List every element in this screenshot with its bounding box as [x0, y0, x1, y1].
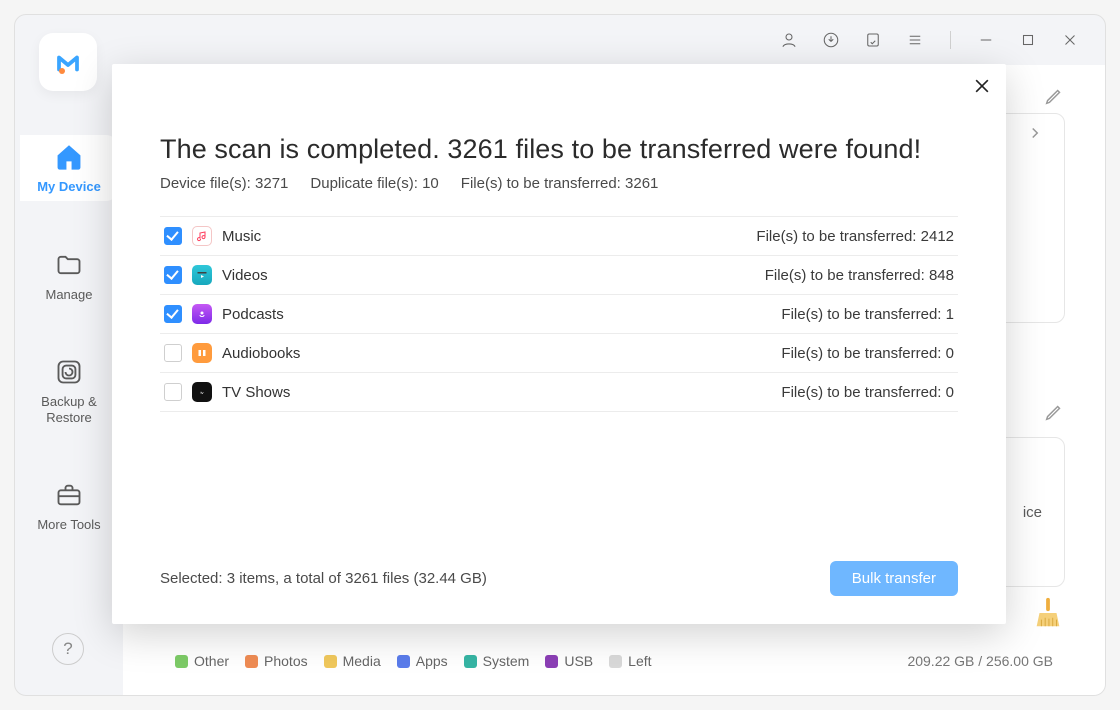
cleaner-icon[interactable]: [1033, 596, 1063, 635]
close-icon[interactable]: [972, 76, 992, 101]
sidebar-item-backup-restore[interactable]: Backup & Restore: [20, 350, 118, 431]
legend-chip-other: Other: [175, 653, 229, 669]
titlebar-separator: [950, 31, 951, 49]
legend-label: Media: [343, 653, 381, 669]
scan-results-modal: The scan is completed. 3261 files to be …: [112, 64, 1006, 624]
storage-text: 209.22 GB / 256.00 GB: [907, 653, 1053, 669]
legend-chip-system: System: [464, 653, 530, 669]
refresh-square-icon: [20, 358, 118, 386]
menu-icon[interactable]: [906, 31, 924, 49]
stat-device-files: Device file(s): 3271: [160, 175, 288, 192]
sidebar-item-manage[interactable]: Manage: [20, 243, 118, 309]
audiobooks-icon: [192, 343, 212, 363]
home-icon: [20, 143, 118, 171]
toolbox-icon: [20, 481, 118, 509]
storage-legend: Other Photos Media Apps System USB Left …: [175, 653, 1053, 669]
legend-label: USB: [564, 653, 593, 669]
legend-label: Apps: [416, 653, 448, 669]
sidebar-item-label: Manage: [20, 287, 118, 303]
legend-label: Left: [628, 653, 651, 669]
file-type-list: Music File(s) to be transferred: 2412 Vi…: [160, 216, 958, 412]
file-type-label: Audiobooks: [222, 345, 300, 362]
pencil-icon[interactable]: [1043, 401, 1065, 428]
music-icon: [192, 226, 212, 246]
stat-transfer-files: File(s) to be transferred: 3261: [461, 175, 659, 192]
modal-stats: Device file(s): 3271 Duplicate file(s): …: [160, 175, 958, 192]
sidebar-item-label: More Tools: [20, 517, 118, 533]
file-type-label: Videos: [222, 267, 268, 284]
checkbox[interactable]: [164, 305, 182, 323]
list-item[interactable]: Videos File(s) to be transferred: 848: [160, 256, 958, 295]
legend-label: Other: [194, 653, 229, 669]
sidebar-item-label: My Device: [20, 179, 118, 195]
card-text-fragment: ice: [1023, 504, 1042, 521]
legend-label: Photos: [264, 653, 308, 669]
selection-summary: Selected: 3 items, a total of 3261 files…: [160, 570, 487, 587]
window-maximize-button[interactable]: [1019, 31, 1037, 49]
file-count: File(s) to be transferred: 0: [781, 384, 954, 401]
help-button[interactable]: ?: [52, 633, 84, 665]
sidebar-item-more-tools[interactable]: More Tools: [20, 473, 118, 539]
note-icon[interactable]: [864, 31, 882, 49]
videos-icon: [192, 265, 212, 285]
legend-chip-usb: USB: [545, 653, 593, 669]
sidebar-item-my-device[interactable]: My Device: [20, 135, 118, 201]
file-count: File(s) to be transferred: 848: [765, 267, 954, 284]
window-minimize-button[interactable]: [977, 31, 995, 49]
list-item[interactable]: Audiobooks File(s) to be transferred: 0: [160, 334, 958, 373]
modal-title: The scan is completed. 3261 files to be …: [160, 134, 958, 165]
file-count: File(s) to be transferred: 1: [781, 306, 954, 323]
titlebar: [15, 15, 1105, 65]
list-item[interactable]: Music File(s) to be transferred: 2412: [160, 217, 958, 256]
legend-chip-photos: Photos: [245, 653, 308, 669]
list-item[interactable]: Podcasts File(s) to be transferred: 1: [160, 295, 958, 334]
sidebar-items: My Device Manage Backup & Restore More T…: [15, 135, 123, 539]
list-item[interactable]: tv TV Shows File(s) to be transferred: 0: [160, 373, 958, 412]
sidebar-item-label: Backup & Restore: [20, 394, 118, 425]
file-count: File(s) to be transferred: 0: [781, 345, 954, 362]
file-type-label: TV Shows: [222, 384, 290, 401]
chevron-right-icon[interactable]: [1026, 124, 1044, 147]
modal-footer: Selected: 3 items, a total of 3261 files…: [160, 561, 958, 596]
window-close-button[interactable]: [1061, 31, 1079, 49]
sidebar: My Device Manage Backup & Restore More T…: [15, 15, 123, 695]
legend-label: System: [483, 653, 530, 669]
bulk-transfer-button[interactable]: Bulk transfer: [830, 561, 958, 596]
checkbox[interactable]: [164, 266, 182, 284]
download-icon[interactable]: [822, 31, 840, 49]
tv-icon: tv: [192, 382, 212, 402]
user-icon[interactable]: [780, 31, 798, 49]
folder-icon: [20, 251, 118, 279]
checkbox[interactable]: [164, 383, 182, 401]
checkbox[interactable]: [164, 227, 182, 245]
legend-chip-media: Media: [324, 653, 381, 669]
pencil-icon[interactable]: [1043, 85, 1065, 112]
file-type-label: Podcasts: [222, 306, 284, 323]
podcasts-icon: [192, 304, 212, 324]
modal-header: The scan is completed. 3261 files to be …: [160, 134, 958, 192]
legend-chip-left: Left: [609, 653, 651, 669]
file-type-label: Music: [222, 228, 261, 245]
stat-duplicate-files: Duplicate file(s): 10: [310, 175, 438, 192]
svg-text:tv: tv: [200, 390, 203, 395]
legend-chip-apps: Apps: [397, 653, 448, 669]
file-count: File(s) to be transferred: 2412: [756, 228, 954, 245]
checkbox[interactable]: [164, 344, 182, 362]
